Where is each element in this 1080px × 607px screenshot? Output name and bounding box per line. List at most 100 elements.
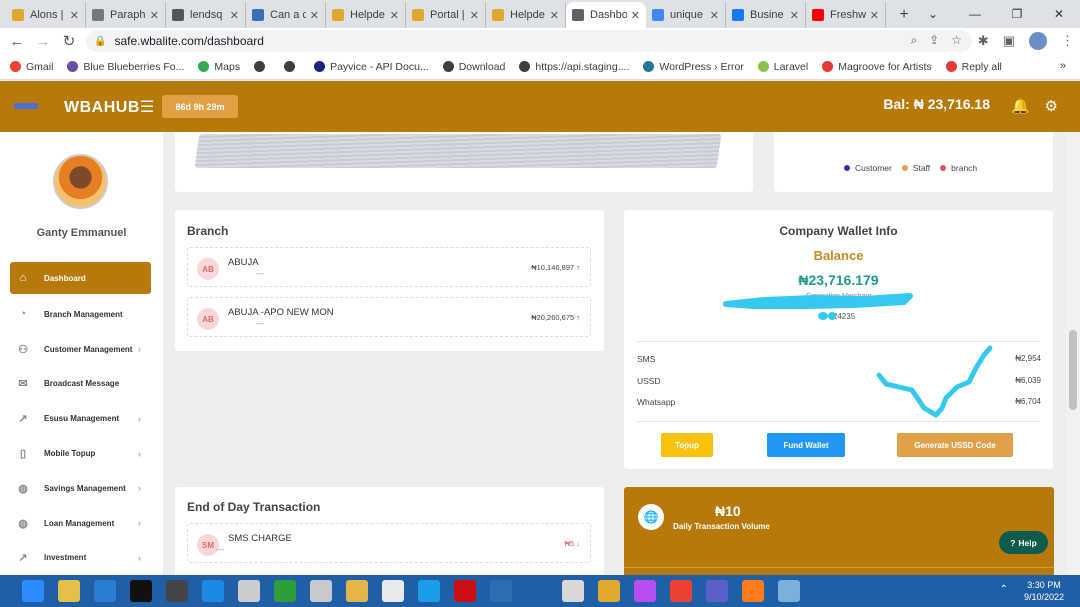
taskbar-app-icon[interactable]	[634, 580, 656, 602]
back-icon[interactable]: ←	[4, 33, 30, 50]
profile-avatar[interactable]	[1029, 32, 1047, 50]
tab-close-icon[interactable]: ✕	[230, 9, 239, 22]
sidebar-item-branch-management[interactable]: ◔ Branch Management	[0, 297, 163, 332]
browser-tab[interactable]: Dashbo ✕	[566, 2, 646, 28]
help-button[interactable]: ? Help	[999, 531, 1048, 554]
taskbar-app-icon[interactable]	[490, 580, 512, 602]
side-panel-icon[interactable]: ▣	[1003, 33, 1015, 49]
browser-tab[interactable]: Paraph ✕	[86, 2, 166, 28]
taskbar-app-icon[interactable]	[418, 580, 440, 602]
taskbar-app-icon[interactable]	[526, 580, 548, 602]
minimize-icon[interactable]: —	[954, 0, 996, 28]
bookmarks-more-icon[interactable]: »	[1060, 60, 1066, 72]
tab-close-icon[interactable]: ✕	[631, 9, 640, 22]
taskbar-app-icon[interactable]	[706, 580, 728, 602]
sidebar-item-customer-management[interactable]: ⚇ Customer Management ›	[0, 332, 163, 367]
taskbar-app-icon[interactable]	[562, 580, 584, 602]
bookmark-item[interactable]: https://api.staging....	[519, 61, 629, 73]
browser-tab[interactable]: Freshw ✕	[806, 2, 886, 28]
sidebar-item-dashboard[interactable]: ⌂ Dashboard	[10, 262, 151, 294]
bookmark-star-icon[interactable]: ☆	[951, 33, 962, 48]
bookmark-item[interactable]: Payvice - API Docu...	[314, 61, 429, 73]
extensions-icon[interactable]: ✱	[978, 33, 989, 49]
fund-wallet-button[interactable]: Fund Wallet	[767, 433, 845, 457]
taskbar-app-icon[interactable]	[454, 580, 476, 602]
bookmark-item[interactable]	[254, 61, 270, 72]
branch-row[interactable]: AB ABUJA --- ₦10,146,897 ↑	[187, 247, 591, 287]
tray-chevron-icon[interactable]: ⌃	[1000, 584, 1008, 595]
bookmark-item[interactable]: Maps	[198, 61, 240, 73]
browser-tab[interactable]: Helpde ✕	[486, 2, 566, 28]
bell-icon[interactable]: 🔔	[1011, 97, 1030, 115]
taskbar-app-icon[interactable]	[58, 580, 80, 602]
sidebar-item-savings-management[interactable]: ◍ Savings Management ›	[0, 471, 163, 506]
tab-close-icon[interactable]: ✕	[710, 9, 719, 22]
browser-tab[interactable]: unique ✕	[646, 2, 726, 28]
browser-tab[interactable]: Can a c ✕	[246, 2, 326, 28]
subscription-countdown: 86d 9h 29m	[162, 95, 238, 118]
bookmark-item[interactable]: Magroove for Artists	[822, 61, 932, 73]
bookmark-item[interactable]: Laravel	[757, 61, 808, 73]
tab-favicon-icon	[812, 9, 824, 21]
tab-close-icon[interactable]: ✕	[870, 9, 879, 22]
restore-icon[interactable]: ❐	[996, 0, 1038, 28]
zoom-icon[interactable]: ⌕	[910, 33, 917, 48]
tab-close-icon[interactable]: ✕	[70, 9, 79, 22]
tab-close-icon[interactable]: ✕	[390, 9, 399, 22]
browser-tab[interactable]: Helpde ✕	[326, 2, 406, 28]
sidebar-item-broadcast-message[interactable]: ✉ Broadcast Message	[0, 367, 163, 402]
page-scrollbar[interactable]	[1066, 132, 1080, 575]
taskbar-app-icon[interactable]	[670, 580, 692, 602]
bookmark-item[interactable]: Download	[442, 61, 505, 73]
bookmark-item[interactable]: Blue Blueberries Fo...	[67, 61, 184, 73]
taskbar-app-icon[interactable]	[742, 580, 764, 602]
taskbar-app-icon[interactable]	[274, 580, 296, 602]
sidebar-item-loan-management[interactable]: ◍ Loan Management ›	[0, 506, 163, 541]
taskbar-app-icon[interactable]	[238, 580, 260, 602]
bookmark-item[interactable]	[284, 61, 300, 72]
tab-close-icon[interactable]: ✕	[790, 9, 799, 22]
system-clock[interactable]: 3:30 PM 9/10/2022	[1024, 579, 1064, 603]
browser-tab[interactable]: Portal | ✕	[406, 2, 486, 28]
legend-dot	[844, 165, 850, 171]
sidebar-item-esusu-management[interactable]: ↗ Esusu Management ›	[0, 401, 163, 436]
taskbar-app-icon[interactable]	[382, 580, 404, 602]
taskbar-app-icon[interactable]	[310, 580, 332, 602]
more-menu-icon[interactable]: ⋮	[1061, 33, 1074, 49]
taskbar-app-icon[interactable]	[778, 580, 800, 602]
bookmark-item[interactable]: Reply all	[945, 61, 1002, 73]
taskbar-app-icon[interactable]	[22, 580, 44, 602]
browser-tab[interactable]: lendsq ✕	[166, 2, 246, 28]
sidebar-item-investment[interactable]: ↗ Investment ›	[0, 541, 163, 576]
taskbar-app-icon[interactable]	[598, 580, 620, 602]
gear-icon[interactable]: ⚙	[1045, 97, 1058, 115]
list-item[interactable]: SM SMS CHARGE --- ₦5 ↓	[187, 523, 591, 563]
taskbar-app-icon[interactable]	[202, 580, 224, 602]
tab-close-icon[interactable]: ✕	[550, 9, 559, 22]
sidebar-item-mobile-topup[interactable]: ▯ Mobile Topup ›	[0, 436, 163, 471]
scrollbar-thumb[interactable]	[1069, 330, 1077, 410]
taskbar-app-icon[interactable]	[166, 580, 188, 602]
url-input[interactable]: 🔒 safe.wbalite.com/dashboard ⌕ ⇪ ☆	[86, 30, 972, 52]
tab-close-icon[interactable]: ✕	[310, 9, 319, 22]
taskbar-app-icon[interactable]	[130, 580, 152, 602]
bookmark-item[interactable]: Gmail	[10, 61, 53, 73]
browser-tab[interactable]: Busine ✕	[726, 2, 806, 28]
taskbar-app-icon[interactable]	[346, 580, 368, 602]
browser-tab[interactable]: Alons | ✕	[6, 2, 86, 28]
close-window-icon[interactable]: ✕	[1038, 0, 1080, 28]
share-icon[interactable]: ⇪	[929, 33, 939, 48]
hamburger-icon[interactable]: ☰	[140, 99, 155, 116]
topup-button[interactable]: Topup	[661, 433, 713, 457]
generate-ussd-button[interactable]: Generate USSD Code	[897, 433, 1013, 457]
avatar[interactable]	[53, 154, 108, 209]
tab-search-icon[interactable]: ⌄	[912, 0, 954, 28]
reload-icon[interactable]: ↻	[56, 32, 82, 50]
tab-close-icon[interactable]: ✕	[470, 9, 479, 22]
legend-item: branch	[940, 163, 977, 173]
taskbar-app-icon[interactable]	[94, 580, 116, 602]
bookmark-item[interactable]: WordPress › Error	[643, 61, 744, 73]
forward-icon[interactable]: →	[30, 33, 56, 50]
branch-row[interactable]: AB ABUJA -APO NEW MON --- ₦20,260,675 ↑	[187, 297, 591, 337]
tab-close-icon[interactable]: ✕	[150, 9, 159, 22]
